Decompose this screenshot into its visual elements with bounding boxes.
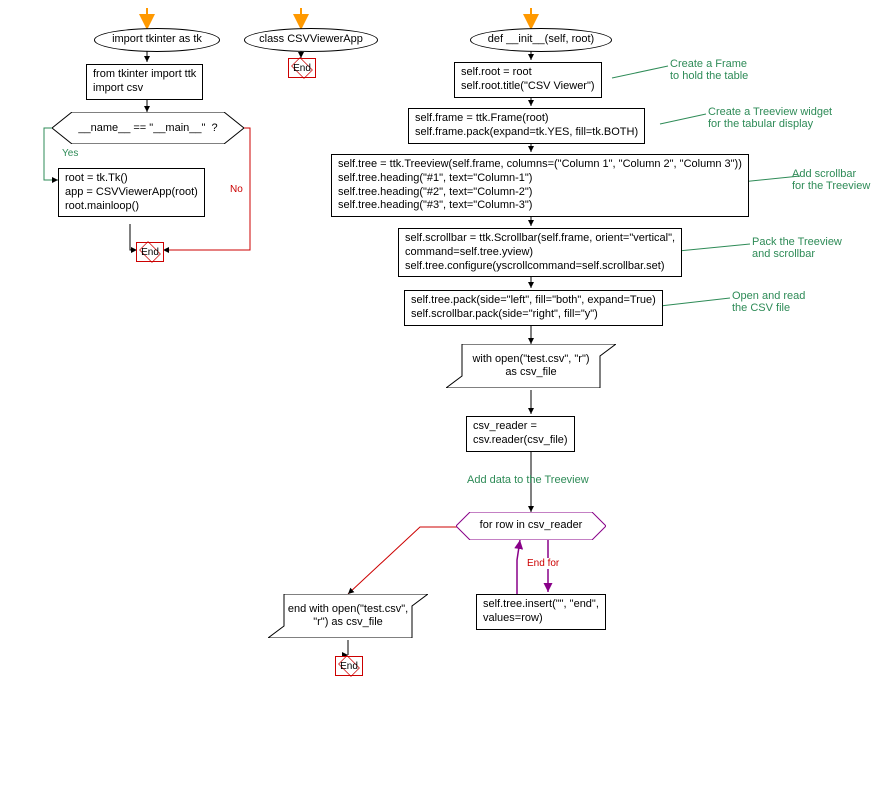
- annotation-create-treeview: Create a Treeview widget for the tabular…: [708, 106, 832, 130]
- io-open-csv-text: with open("test.csv", "r") as csv_file: [446, 344, 616, 388]
- terminal-import-tk: import tkinter as tk: [94, 28, 220, 52]
- loop-for-row-text: for row in csv_reader: [456, 512, 606, 540]
- end-class-def: End: [288, 58, 316, 78]
- end-label: End: [293, 63, 311, 74]
- end-init-method: End: [335, 656, 363, 676]
- process-imports: from tkinter import ttk import csv: [86, 64, 203, 100]
- annotation-add-scrollbar: Add scrollbar for the Treeview: [792, 168, 870, 192]
- io-end-with: end with open("test.csv", "r") as csv_fi…: [268, 594, 428, 638]
- process-mainloop: root = tk.Tk() app = CSVViewerApp(root) …: [58, 168, 205, 217]
- terminal-def-init: def __init__(self, root): [470, 28, 612, 52]
- loop-for-row: for row in csv_reader: [456, 512, 606, 540]
- annotation-add-data: Add data to the Treeview: [467, 474, 589, 486]
- process-pack-tree-scrollbar: self.tree.pack(side="left", fill="both",…: [404, 290, 663, 326]
- process-treeview-headings: self.tree = ttk.Treeview(self.frame, col…: [331, 154, 749, 217]
- process-csv-reader: csv_reader = csv.reader(csv_file): [466, 416, 575, 452]
- process-root-title: self.root = root self.root.title("CSV Vi…: [454, 62, 602, 98]
- end-module-main: End: [136, 242, 164, 262]
- terminal-class-csvviewerapp: class CSVViewerApp: [244, 28, 378, 52]
- annotation-create-frame: Create a Frame to hold the table: [670, 58, 748, 82]
- edge-label-endfor: End for: [525, 558, 561, 569]
- end-label: End: [141, 247, 159, 258]
- edge-label-no: No: [228, 184, 245, 195]
- io-open-csv: with open("test.csv", "r") as csv_file: [446, 344, 616, 388]
- decision-name-main-text: __name__ == "__main__" ?: [52, 112, 244, 144]
- edge-label-yes: Yes: [60, 148, 80, 159]
- annotation-pack-treeview: Pack the Treeview and scrollbar: [752, 236, 842, 260]
- process-tree-insert: self.tree.insert("", "end", values=row): [476, 594, 606, 630]
- end-label: End: [340, 661, 358, 672]
- annotation-open-csv: Open and read the CSV file: [732, 290, 805, 314]
- io-end-with-text: end with open("test.csv", "r") as csv_fi…: [268, 594, 428, 638]
- process-scrollbar-config: self.scrollbar = ttk.Scrollbar(self.fram…: [398, 228, 682, 277]
- process-frame-pack: self.frame = ttk.Frame(root) self.frame.…: [408, 108, 645, 144]
- decision-name-main: __name__ == "__main__" ?: [52, 112, 244, 144]
